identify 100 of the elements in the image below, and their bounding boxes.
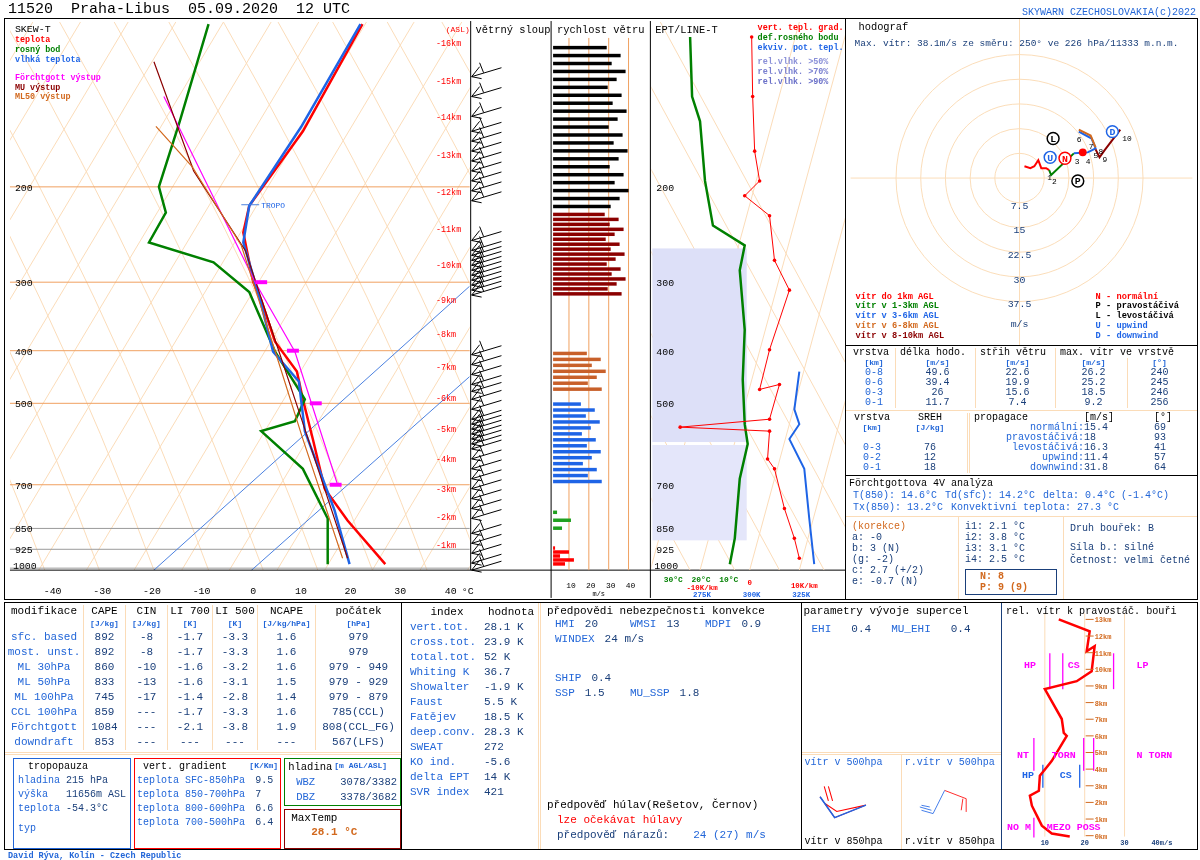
tropopause-marker bbox=[240, 204, 260, 206]
legend-label: Förchtgott výstup bbox=[14, 72, 101, 83]
ring-label: 7.5 bbox=[1010, 200, 1029, 212]
height-label: -1km bbox=[435, 541, 457, 552]
height-label: -9km bbox=[435, 296, 457, 307]
dewpoint-tick: 20°C bbox=[691, 575, 711, 585]
table-cell-text: 6.4 bbox=[254, 817, 275, 828]
table-cell-text: typ bbox=[18, 823, 37, 834]
table-cell: -1.6 bbox=[167, 675, 212, 690]
point-label: 7 bbox=[1088, 142, 1094, 152]
wind-level-label: vítr v 500hpa bbox=[804, 757, 883, 768]
motion-marker: L bbox=[1046, 131, 1060, 146]
table-cell: -2.8 bbox=[212, 690, 257, 705]
legend-label: def.rosného bodu bbox=[757, 32, 839, 43]
table-cell: 18.5 bbox=[1055, 388, 1127, 398]
hail-warning: lze očekávat húlavy bbox=[556, 813, 684, 828]
index-name: Faust bbox=[410, 695, 444, 710]
wind-level-label: vítr v 850hpa bbox=[804, 836, 883, 847]
column-header: počátek bbox=[335, 605, 382, 617]
parameter-value: 1.8 bbox=[679, 686, 700, 701]
column-header: vrstva bbox=[852, 348, 890, 358]
table-cell-text: 18 bbox=[1084, 433, 1097, 443]
index-value: -5.6 bbox=[484, 755, 512, 770]
table-cell: 22.6 bbox=[975, 368, 1055, 378]
parameter-value: 24 m/s bbox=[604, 632, 645, 647]
zone-label: N TORN bbox=[1136, 749, 1173, 761]
hodograph-line bbox=[1072, 130, 1097, 155]
threshold-line bbox=[1061, 652, 1064, 690]
motion-marker: N bbox=[1058, 151, 1072, 165]
table-cell: 853 bbox=[83, 735, 125, 750]
zone-label: NT bbox=[1016, 749, 1029, 761]
table-cell: teplota bbox=[18, 803, 60, 814]
motion-legend: U - upwind bbox=[1095, 321, 1148, 332]
box-title: vert. gradient bbox=[142, 761, 229, 772]
table-cell: 240 bbox=[1127, 368, 1187, 378]
table-cell: 15.6 bbox=[975, 388, 1055, 398]
height-label: -10km bbox=[435, 261, 462, 272]
layer-legend: vítr v 6-8km AGL bbox=[855, 321, 939, 332]
motion-legend: N - normální bbox=[1095, 291, 1159, 302]
parameter-value: 20 bbox=[584, 617, 598, 632]
point-label: 6 bbox=[1076, 135, 1082, 145]
box-title: hladina bbox=[288, 761, 333, 773]
table-cell: 39.4 bbox=[895, 378, 975, 388]
analysis-value: Konvektivní teplota: 27.3 °C bbox=[951, 502, 1120, 514]
height-label: -5km bbox=[435, 425, 457, 436]
parameter-name: SSP bbox=[555, 686, 575, 701]
table-cell: -3.3 bbox=[212, 630, 257, 645]
layer-legend: vítr v 8-10km AGL bbox=[855, 331, 945, 342]
legend-label: teplota bbox=[14, 34, 51, 45]
unit-label: m/s bbox=[1010, 319, 1029, 331]
column-title: rychlost větru bbox=[557, 23, 645, 36]
table-cell-text: 0-3 bbox=[864, 388, 884, 398]
legend-label: vlhká teplota bbox=[14, 54, 81, 65]
index-value: 18.5 K bbox=[484, 710, 525, 725]
table-cell: -1.6 bbox=[167, 660, 212, 675]
section-title: předpověď húlav(Rešetov, Černov) bbox=[547, 798, 760, 813]
pressure-label: 850 bbox=[656, 524, 675, 536]
table-cell-text: downwind: bbox=[1029, 463, 1084, 473]
table-cell-text: 0-1 bbox=[864, 398, 884, 408]
column-header: [m/s] bbox=[1084, 413, 1115, 423]
table-cell: 19.9 bbox=[975, 378, 1055, 388]
speed-tick: 30 bbox=[605, 581, 616, 590]
table-cell-text: 0-3 bbox=[862, 443, 882, 453]
table-cell-text: 76 bbox=[923, 443, 937, 453]
legend-label: vert. tepl. grad. bbox=[757, 23, 844, 33]
axis-unit: °C bbox=[461, 585, 474, 597]
height-label: -15km bbox=[435, 76, 462, 87]
table-cell-text: 9.5 bbox=[254, 775, 275, 786]
table-cell: 256 bbox=[1127, 398, 1187, 408]
panel-title: hodograf bbox=[858, 20, 909, 33]
threshold-line bbox=[1033, 737, 1035, 772]
legend-label: ML50 výstup bbox=[14, 92, 71, 103]
correction-value: e: -0.7 (N) bbox=[852, 576, 918, 587]
temperature-tick: -30 bbox=[93, 585, 112, 597]
table-cell: 7.4 bbox=[975, 398, 1055, 408]
table-cell: 833 bbox=[83, 675, 125, 690]
box-title: tropopauza bbox=[27, 761, 89, 772]
table-cell-text: DBZ bbox=[295, 791, 317, 803]
max-wind-text: Max. vítr: 38.1m/s ze směru: 250° ve 226 hPa/11333 m.n.m. bbox=[854, 37, 1179, 49]
storm-motion-dot bbox=[1078, 148, 1087, 157]
column-header: střih větru bbox=[975, 348, 1055, 358]
point-label: 5 bbox=[1093, 151, 1099, 161]
station-name: Praha-Libus bbox=[71, 1, 171, 18]
index-value: 52 K bbox=[484, 650, 512, 665]
interval-value: i4: 2.5 °C bbox=[965, 554, 1026, 565]
table-cell: --- bbox=[167, 735, 212, 750]
column-header: NCAPE bbox=[270, 605, 303, 617]
table-cell: --- bbox=[125, 705, 167, 720]
pressure-label: 500 bbox=[14, 399, 33, 411]
index-value: 272 bbox=[484, 740, 505, 755]
analysis-value: Tx(850): 13.2°C bbox=[853, 502, 943, 514]
legend-label: rel.vlhk. >90% bbox=[757, 76, 829, 87]
pressure-label: 300 bbox=[656, 278, 675, 290]
table-cell-text: 7 bbox=[254, 789, 263, 800]
motion-legend: D - downwind bbox=[1095, 331, 1159, 342]
pressure-label: 400 bbox=[14, 346, 33, 358]
height-label: -11km bbox=[435, 224, 462, 235]
threshold-line bbox=[1092, 737, 1095, 772]
date-label: 05.09.2020 bbox=[188, 1, 279, 18]
table-cell: 979 - 949 bbox=[315, 660, 401, 675]
